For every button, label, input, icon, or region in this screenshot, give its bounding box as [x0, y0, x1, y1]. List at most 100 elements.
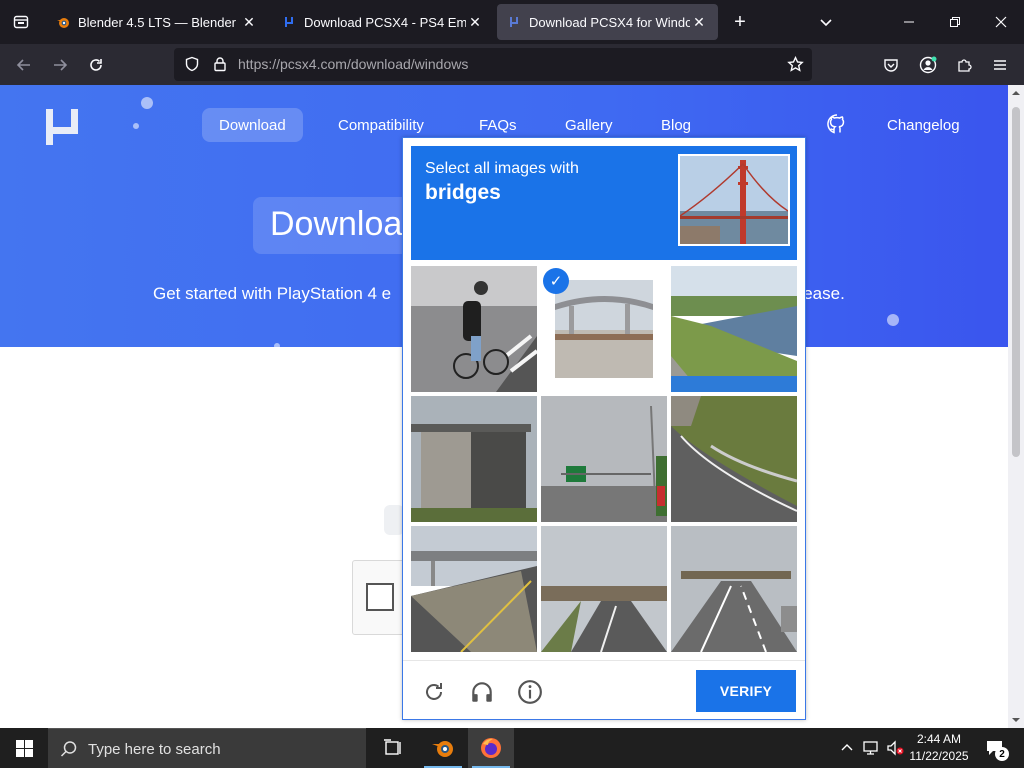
- windows-logo-icon: [15, 739, 33, 757]
- firefox-view-icon: [13, 15, 29, 29]
- captcha-tile-curved-road-guardrail[interactable]: [671, 396, 797, 522]
- extensions-button[interactable]: [949, 50, 979, 80]
- pcsx4-favicon-icon: [282, 15, 296, 29]
- hero-title: Downloa: [270, 205, 403, 243]
- blender-app-icon: [432, 741, 453, 757]
- captcha-image-grid: ✓: [411, 266, 799, 654]
- network-button[interactable]: [860, 728, 882, 768]
- obscured-element: [384, 505, 404, 535]
- address-bar[interactable]: https://pcsx4.com/download/windows: [174, 48, 812, 81]
- close-icon[interactable]: ✕: [240, 13, 258, 31]
- network-icon: [863, 741, 878, 755]
- captcha-tile-highway-sign-gantry[interactable]: [541, 396, 667, 522]
- start-button[interactable]: [0, 728, 48, 768]
- chevron-up-icon: [841, 744, 853, 751]
- forward-button[interactable]: [45, 50, 75, 80]
- audio-challenge-headphones-icon[interactable]: [468, 678, 496, 706]
- tab-title: Blender 4.5 LTS — Blender: [78, 14, 237, 30]
- app-menu-button[interactable]: [985, 50, 1015, 80]
- back-button[interactable]: [9, 50, 39, 80]
- clock-date: 11/22/2025: [909, 749, 969, 763]
- captcha-tile-highway-overpass[interactable]: [411, 526, 537, 652]
- info-icon[interactable]: [516, 678, 544, 706]
- scroll-down-arrow-icon[interactable]: [1012, 716, 1020, 724]
- notification-count-badge: 2: [995, 747, 1009, 761]
- decorative-dot: [887, 314, 899, 326]
- captcha-header: Select all images with bridges: [411, 146, 797, 260]
- scrollbar-thumb[interactable]: [1012, 107, 1020, 457]
- pocket-icon: [884, 59, 898, 72]
- pcsx4-logo[interactable]: [44, 107, 80, 147]
- captcha-tile-road-bridge-ahead[interactable]: [671, 526, 797, 652]
- restore-icon: [950, 17, 960, 27]
- minimize-icon: [904, 21, 914, 23]
- firefox-view-button[interactable]: [0, 0, 42, 44]
- taskbar-firefox-app[interactable]: [468, 728, 514, 768]
- captcha-sample-image: [678, 154, 790, 246]
- tab-pcsx4-windows[interactable]: Download PCSX4 for Windows ✕: [497, 4, 718, 40]
- url-host: https://pcsx4.com: [238, 56, 347, 72]
- search-icon: [60, 741, 77, 757]
- captcha-tile-overpass-bridge[interactable]: ✓: [541, 266, 667, 392]
- page-scrollbar[interactable]: [1008, 85, 1024, 728]
- captcha-target-word: bridges: [425, 181, 501, 204]
- tab-title: Download PCSX4 for Windows: [529, 14, 690, 30]
- blender-favicon-icon: [56, 15, 70, 29]
- close-icon[interactable]: ✕: [690, 13, 708, 31]
- captcha-instruction: Select all images with: [425, 160, 579, 177]
- tracking-protection-shield-icon[interactable]: [184, 56, 200, 77]
- verify-button[interactable]: VERIFY: [696, 670, 796, 712]
- account-button[interactable]: [913, 50, 943, 80]
- taskbar-clock[interactable]: 2:44 AM 11/22/2025: [904, 731, 974, 765]
- tile-image: [555, 280, 653, 378]
- navigation-toolbar: https://pcsx4.com/download/windows: [0, 44, 1024, 85]
- lock-icon[interactable]: [212, 56, 228, 77]
- captcha-tile-cyclist-road[interactable]: [411, 266, 537, 392]
- clock-time: 2:44 AM: [916, 732, 962, 746]
- close-window-button[interactable]: [978, 0, 1024, 44]
- decorative-dot: [133, 123, 139, 129]
- scroll-up-arrow-icon[interactable]: [1012, 89, 1020, 97]
- selected-checkmark-icon: ✓: [543, 268, 569, 294]
- notification-center-button[interactable]: 2: [980, 728, 1010, 768]
- captcha-footer: VERIFY: [403, 660, 805, 720]
- tab-bar: Blender 4.5 LTS — Blender ✕ Download PCS…: [0, 0, 1024, 44]
- list-all-tabs-button[interactable]: [812, 8, 840, 36]
- restore-button[interactable]: [932, 0, 978, 44]
- chevron-down-icon: [820, 19, 832, 27]
- tab-pcsx4-emulator[interactable]: Download PCSX4 - PS4 Emulator ✕: [272, 4, 494, 40]
- captcha-tile-road-under-bridge[interactable]: [541, 526, 667, 652]
- volume-muted-icon: [887, 740, 904, 756]
- taskbar-blender-app[interactable]: [420, 728, 466, 768]
- tab-blender[interactable]: Blender 4.5 LTS — Blender ✕: [46, 4, 268, 40]
- reload-challenge-icon[interactable]: [420, 678, 448, 706]
- volume-button[interactable]: [884, 728, 906, 768]
- reload-button[interactable]: [81, 50, 111, 80]
- close-icon: [995, 16, 1007, 28]
- site-nav-download[interactable]: Download: [202, 108, 303, 142]
- forward-arrow-icon: [54, 59, 68, 71]
- reload-icon: [90, 59, 102, 71]
- captcha-tile-concrete-structure[interactable]: [411, 396, 537, 522]
- captcha-tile-canal-grass[interactable]: [671, 266, 797, 392]
- bookmark-star-icon[interactable]: [787, 55, 804, 78]
- verification-checkbox[interactable]: [366, 583, 394, 611]
- minimize-button[interactable]: [886, 0, 932, 44]
- close-icon[interactable]: ✕: [466, 13, 484, 31]
- github-icon[interactable]: [826, 113, 848, 140]
- url-text[interactable]: https://pcsx4.com/download/windows: [238, 56, 468, 72]
- new-tab-button[interactable]: +: [726, 8, 754, 36]
- decorative-dot: [274, 343, 280, 349]
- tab-title: Download PCSX4 - PS4 Emulator: [304, 14, 466, 30]
- decorative-dot: [141, 97, 153, 109]
- pcsx4-favicon-icon: [507, 15, 521, 29]
- hero-subtitle: Get started with PlayStation 4 e: [153, 284, 392, 303]
- pocket-button[interactable]: [876, 50, 906, 80]
- show-hidden-icons-button[interactable]: [836, 728, 858, 768]
- task-view-button[interactable]: [370, 728, 416, 768]
- back-arrow-icon: [16, 59, 30, 71]
- firefox-app-icon: [481, 738, 501, 758]
- search-placeholder: Type here to search: [88, 741, 221, 758]
- site-nav-changelog[interactable]: Changelog: [870, 108, 977, 142]
- taskbar-search-box[interactable]: Type here to search: [48, 728, 366, 768]
